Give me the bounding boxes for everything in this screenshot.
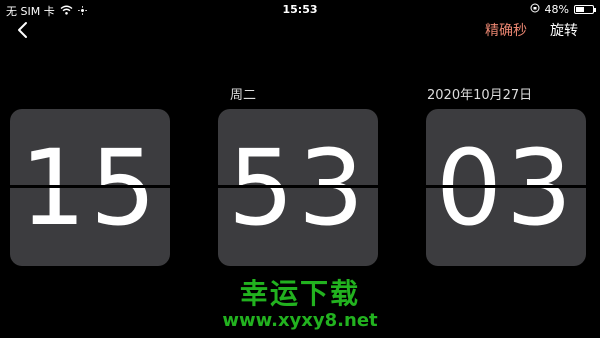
card-divider xyxy=(218,185,378,188)
card-divider xyxy=(10,185,170,188)
battery-level xyxy=(576,7,584,12)
minutes-flip-card: 53 xyxy=(218,109,378,266)
battery-percent: 48% xyxy=(544,3,569,16)
seconds-flip-card: 03 xyxy=(426,109,586,266)
rotate-button[interactable]: 旋转 xyxy=(550,20,578,40)
weekday-label: 周二 xyxy=(230,88,257,103)
precise-seconds-button[interactable]: 精确秒 xyxy=(485,20,527,40)
watermark-title: 幸运下载 xyxy=(239,277,360,310)
status-time: 15:53 xyxy=(282,3,318,16)
watermark-url: www.xyxy8.net xyxy=(222,310,378,331)
date-label: 2020年10月27日 xyxy=(427,88,533,103)
flip-clock-screen: 无 SIM 卡 15:53 48% 精确秒 旋转 周二 2020年10月27日 … xyxy=(0,0,600,338)
status-bar: 无 SIM 卡 15:53 48% xyxy=(0,0,600,20)
hours-flip-card: 15 xyxy=(10,109,170,266)
battery-icon xyxy=(574,5,596,14)
back-button[interactable] xyxy=(10,18,34,42)
chevron-left-icon xyxy=(18,22,27,38)
card-divider xyxy=(426,185,586,188)
orientation-lock-icon xyxy=(530,3,540,16)
